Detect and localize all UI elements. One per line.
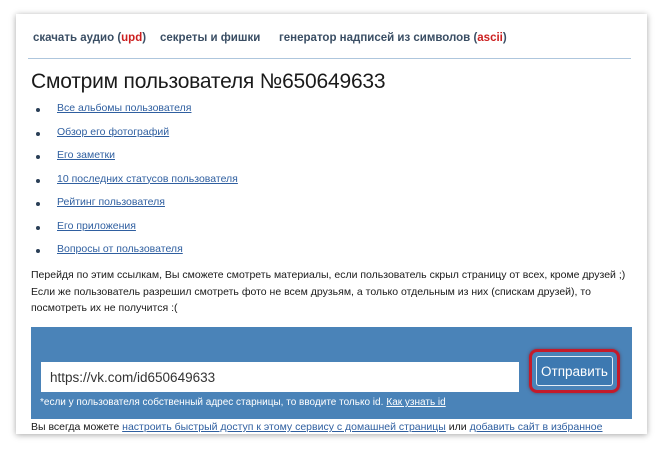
nav-generator-link[interactable]: генератор надписей из символов (ascii)	[279, 32, 507, 44]
quick-access-link[interactable]: настроить быстрый доступ к этому сервису…	[122, 421, 446, 433]
nav-audio-badge: upd	[121, 32, 143, 44]
bullet-icon	[36, 225, 40, 230]
bullet-icon	[36, 155, 40, 159]
nav-generator-label: генератор надписей из символов (	[279, 32, 478, 44]
bullet-icon	[36, 202, 40, 206]
bullet-icon	[36, 108, 40, 112]
nav-download-audio-link[interactable]: скачать аудио (upd)	[33, 32, 146, 44]
bullet-icon	[36, 249, 40, 253]
id-hint-text: *если у пользователя собственный адрес с…	[40, 397, 384, 408]
nav-audio-label: скачать аудио (	[33, 32, 122, 44]
link-notes[interactable]: Его заметки	[57, 149, 115, 161]
info-line-2: Если же пользователь разрешил смотреть ф…	[31, 285, 591, 315]
link-user-rating[interactable]: Рейтинг пользователя	[57, 196, 165, 208]
info-line-1: Перейдя по этим ссылкам, Вы сможете смот…	[31, 269, 626, 281]
link-questions[interactable]: Вопросы от пользователя	[57, 243, 183, 255]
bullet-icon	[36, 178, 40, 183]
info-text: Перейдя по этим ссылкам, Вы сможете смот…	[31, 267, 636, 317]
link-photos-overview[interactable]: Обзор его фотографий	[57, 126, 169, 138]
id-hint: *если у пользователя собственный адрес с…	[40, 397, 446, 408]
footer-middle: или	[445, 421, 470, 433]
submit-highlight: Отправить	[529, 349, 620, 393]
nav-secrets-link[interactable]: секреты и фишки	[160, 32, 260, 44]
page-frame: скачать аудио (upd) секреты и фишки гене…	[16, 14, 647, 434]
bullet-icon	[36, 131, 40, 136]
top-nav: скачать аудио (upd) секреты и фишки гене…	[16, 32, 647, 54]
link-all-albums[interactable]: Все альбомы пользователя	[57, 102, 191, 114]
add-to-favorites-link[interactable]: добавить сайт в избранное	[470, 421, 603, 433]
page-title: Смотрим пользователя №650649633	[31, 70, 386, 93]
user-url-form: Отправить *если у пользователя собственн…	[31, 327, 632, 419]
how-to-find-id-link[interactable]: Как узнать id	[386, 397, 445, 408]
submit-button[interactable]: Отправить	[536, 356, 613, 386]
nav-audio-close: )	[142, 32, 147, 44]
link-apps[interactable]: Его приложения	[57, 220, 136, 232]
profile-url-input[interactable]	[41, 362, 519, 392]
link-last-statuses[interactable]: 10 последних статусов пользователя	[57, 173, 238, 185]
nav-secrets-label: секреты и фишки	[160, 32, 261, 44]
footer-text: Вы всегда можете настроить быстрый досту…	[31, 421, 603, 433]
footer-prefix: Вы всегда можете	[31, 421, 123, 433]
nav-generator-badge: ascii	[477, 32, 503, 44]
nav-generator-close: )	[502, 32, 507, 44]
nav-divider	[28, 58, 631, 59]
